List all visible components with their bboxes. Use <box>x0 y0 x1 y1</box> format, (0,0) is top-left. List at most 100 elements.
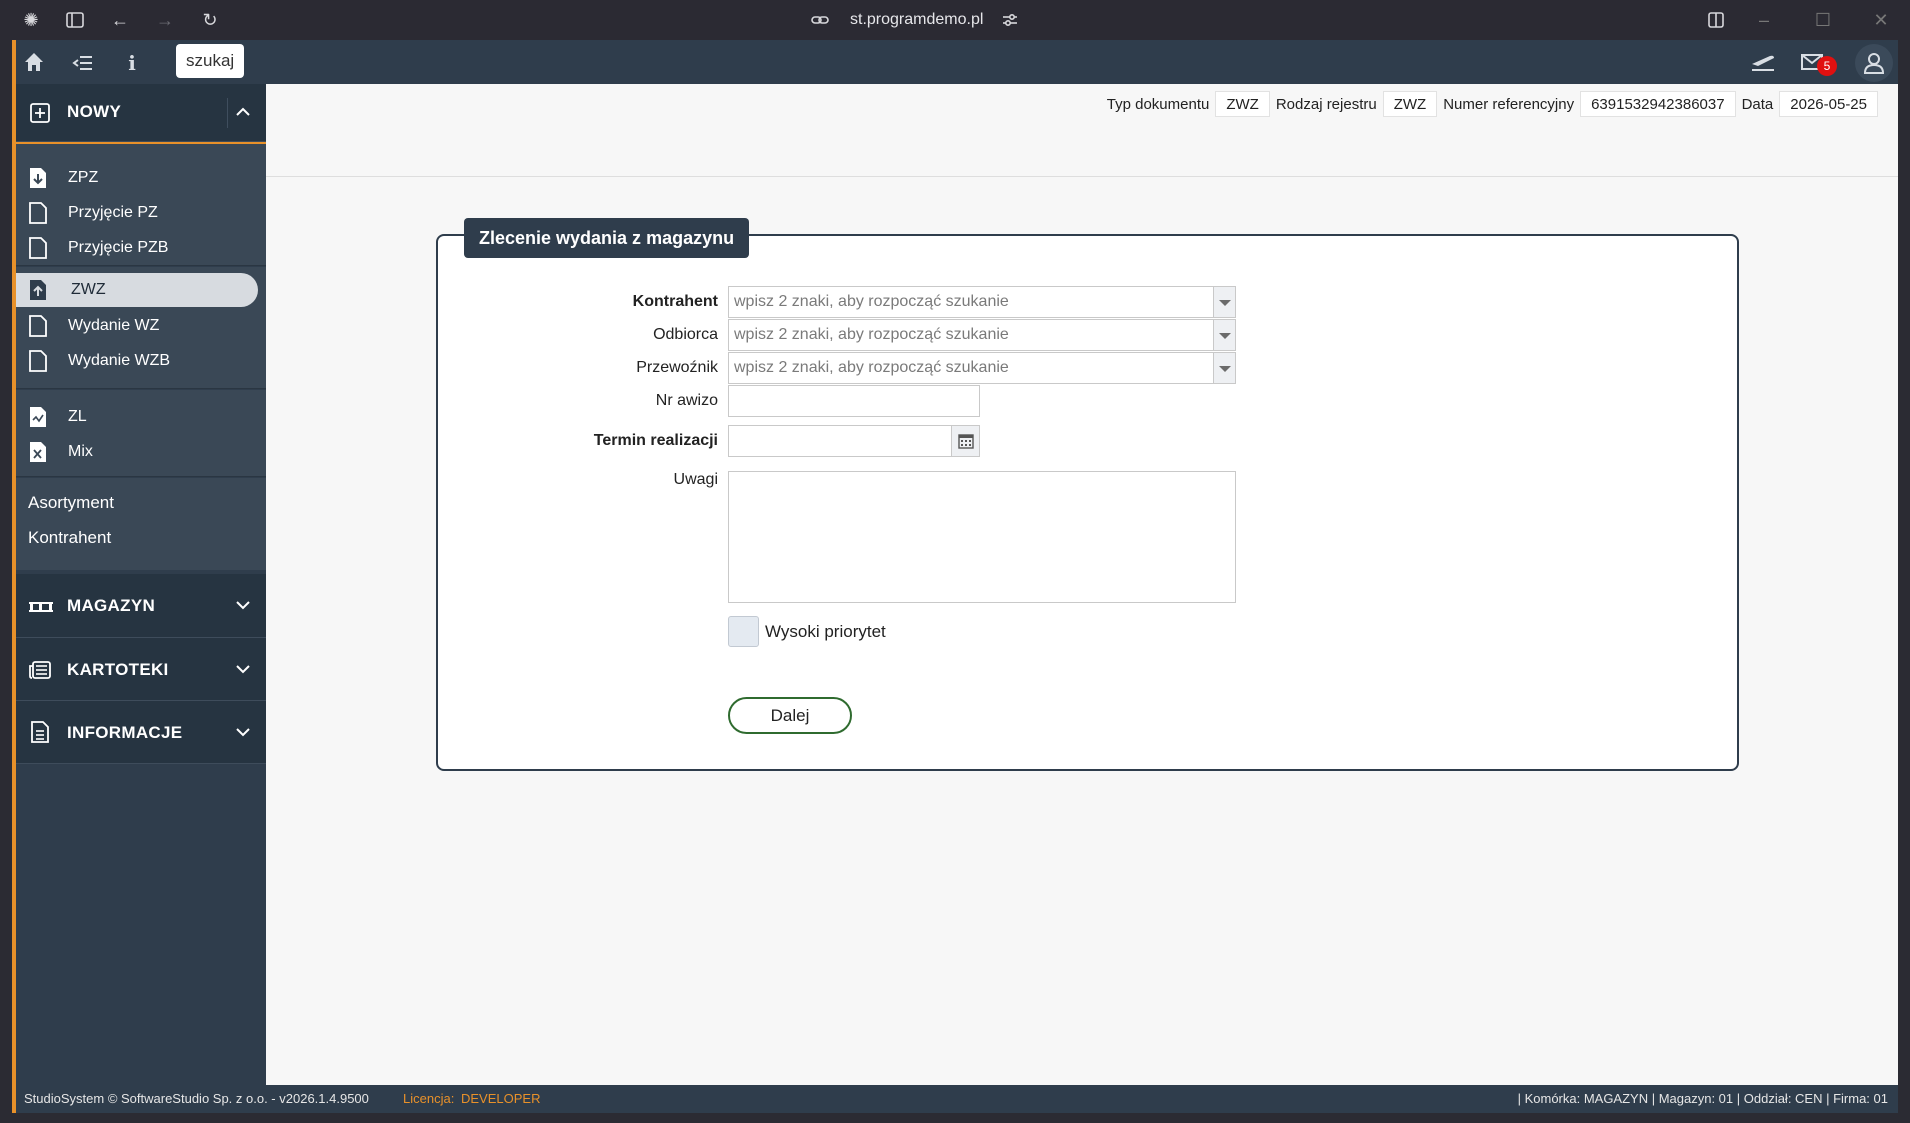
forward-icon[interactable]: → <box>153 8 177 32</box>
footer-context: | Komórka: MAGAZYN | Magazyn: 01 | Oddzi… <box>1517 1091 1888 1106</box>
split-view-icon[interactable] <box>1704 8 1728 32</box>
high-priority-checkbox[interactable] <box>728 616 759 647</box>
app-topbar: i szukaj 5 <box>16 40 1898 84</box>
footer-copyright: StudioSystem © SoftwareStudio Sp. z o.o.… <box>24 1091 369 1106</box>
sidebar-item-zwz[interactable]: ZWZ <box>16 273 258 307</box>
kontrahent-placeholder: wpisz 2 znaki, aby rozpocząć szukanie <box>734 293 1009 310</box>
menu-group-przyjecia: ZPZ Przyjęcie PZ Przyjęcie PZB <box>16 144 266 266</box>
next-button[interactable]: Dalej <box>728 697 852 734</box>
close-window-icon[interactable]: ✕ <box>1869 8 1893 32</box>
section-informacje-label: INFORMACJE <box>67 723 183 742</box>
row-przewoznik: Przewoźnik wpisz 2 znaki, aby rozpocząć … <box>438 352 1741 384</box>
home-icon[interactable] <box>21 50 47 76</box>
info-icon[interactable]: i <box>119 50 145 76</box>
nr-awizo-label: Nr awizo <box>655 392 718 409</box>
sidebar-item-zl[interactable]: ZL <box>16 400 266 434</box>
odbiorca-label: Odbiorca <box>653 326 718 343</box>
newspaper-icon <box>28 658 52 682</box>
sidebar-item-mix[interactable]: Mix <box>16 435 266 469</box>
footer-license-value: DEVELOPER <box>461 1091 541 1106</box>
document-icon <box>28 237 48 259</box>
status-footer: StudioSystem © SoftwareStudio Sp. z o.o.… <box>16 1085 1898 1113</box>
chevron-down-icon[interactable] <box>232 594 254 618</box>
plane-icon[interactable] <box>1750 50 1776 76</box>
dropdown-arrow-icon[interactable] <box>1213 353 1235 383</box>
calendar-icon[interactable] <box>951 426 979 456</box>
plus-square-icon <box>28 101 52 125</box>
section-magazyn[interactable]: MAGAZYN <box>16 574 266 638</box>
row-kontrahent: Kontrahent wpisz 2 znaki, aby rozpocząć … <box>438 286 1741 318</box>
row-priority: Wysoki priorytet <box>438 616 1741 648</box>
search-button[interactable]: szukaj <box>176 44 245 78</box>
odbiorca-placeholder: wpisz 2 znaki, aby rozpocząć szukanie <box>734 326 1009 343</box>
divider <box>227 98 228 128</box>
dropdown-arrow-icon[interactable] <box>1213 320 1235 350</box>
reference-number-value: 6391532942386037 <box>1580 91 1736 117</box>
document-icon <box>28 350 48 372</box>
site-settings-icon[interactable] <box>998 8 1022 32</box>
sidebar-item-wydanie-wzb[interactable]: Wydanie WZB <box>16 344 266 378</box>
sidebar-item-przyjecie-pz[interactable]: Przyjęcie PZ <box>16 196 266 230</box>
minimize-icon[interactable]: – <box>1752 8 1776 32</box>
register-type-label: Rodzaj rejestru <box>1275 95 1377 113</box>
chevron-down-icon[interactable] <box>232 658 254 682</box>
menu-group-wydania: ZWZ Wydanie WZ Wydanie WZB <box>16 267 266 389</box>
form-title: Zlecenie wydania z magazynu <box>464 218 750 258</box>
chevron-up-icon[interactable] <box>232 101 254 125</box>
browser-toolbar: ✺ ← → ↻ st.programdemo.pl – ☐ ✕ <box>0 0 1910 40</box>
odbiorca-combobox[interactable]: wpisz 2 znaki, aby rozpocząć szukanie <box>728 319 1236 351</box>
uwagi-textarea[interactable] <box>728 471 1236 603</box>
document-chart-icon <box>28 406 48 428</box>
row-actions: Dalej <box>438 697 1741 734</box>
row-uwagi: Uwagi <box>438 471 1741 603</box>
sidebar-item-zpz[interactable]: ZPZ <box>16 161 266 195</box>
reload-icon[interactable]: ↻ <box>198 8 222 32</box>
sidebar-item-wydanie-wz[interactable]: Wydanie WZ <box>16 309 266 343</box>
dropdown-arrow-icon[interactable] <box>1213 287 1235 317</box>
termin-date-input[interactable] <box>728 425 980 457</box>
section-kartoteki-label: KARTOTEKI <box>67 660 169 679</box>
menu-group-other: ZL Mix <box>16 390 266 477</box>
main-content: Typ dokumentu ZWZ Rodzaj rejestru ZWZ Nu… <box>266 84 1898 1085</box>
kontrahent-combobox[interactable]: wpisz 2 znaki, aby rozpocząć szukanie <box>728 286 1236 318</box>
document-icon <box>28 315 48 337</box>
section-nowy-label: NOWY <box>67 102 122 121</box>
kontrahent-label: Kontrahent <box>632 293 718 310</box>
section-kartoteki[interactable]: KARTOTEKI <box>16 638 266 701</box>
menu-group-links: Asortyment Kontrahent <box>16 478 266 570</box>
sidebar-link-kontrahent[interactable]: Kontrahent <box>28 528 111 548</box>
document-lines-icon <box>28 721 52 745</box>
sidebar-link-asortyment[interactable]: Asortyment <box>28 493 114 513</box>
footer-license-label: Licencja: <box>403 1091 455 1106</box>
mail-count-badge: 5 <box>1817 56 1837 76</box>
date-label: Data <box>1741 95 1774 113</box>
termin-label: Termin realizacji <box>593 432 718 449</box>
doc-type-value: ZWZ <box>1215 91 1270 117</box>
document-download-icon <box>28 167 48 189</box>
document-excel-icon <box>28 441 48 463</box>
app-window: i szukaj 5 NOWY ZPZ Przyjęcie PZ Przyjęc… <box>12 40 1898 1113</box>
sidebar-toggle-icon[interactable] <box>63 8 87 32</box>
sidebar: NOWY ZPZ Przyjęcie PZ Przyjęcie PZB ZWZ … <box>16 84 266 1085</box>
date-value: 2026-05-25 <box>1779 91 1878 117</box>
chevron-down-icon[interactable] <box>232 721 254 745</box>
przewoznik-label: Przewoźnik <box>636 359 718 376</box>
back-icon[interactable]: ← <box>108 8 132 32</box>
section-informacje[interactable]: INFORMACJE <box>16 701 266 764</box>
doc-type-label: Typ dokumentu <box>1106 95 1210 113</box>
sidebar-item-przyjecie-pzb[interactable]: Przyjęcie PZB <box>16 231 266 265</box>
przewoznik-combobox[interactable]: wpisz 2 znaki, aby rozpocząć szukanie <box>728 352 1236 384</box>
row-termin: Termin realizacji <box>438 425 1741 457</box>
document-meta: Typ dokumentu ZWZ Rodzaj rejestru ZWZ Nu… <box>1107 90 1878 118</box>
przewoznik-placeholder: wpisz 2 znaki, aby rozpocząć szukanie <box>734 359 1009 376</box>
high-priority-label: Wysoki priorytet <box>765 622 886 641</box>
document-upload-icon <box>28 279 48 301</box>
collapse-menu-icon[interactable] <box>70 50 96 76</box>
nr-awizo-input[interactable] <box>728 385 980 417</box>
address-bar-url[interactable]: st.programdemo.pl <box>850 8 983 32</box>
user-avatar-icon[interactable] <box>1855 44 1893 82</box>
section-nowy[interactable]: NOWY <box>16 84 266 142</box>
browser-logo-icon[interactable]: ✺ <box>19 8 43 32</box>
maximize-icon[interactable]: ☐ <box>1811 8 1835 32</box>
header-divider <box>266 176 1898 177</box>
